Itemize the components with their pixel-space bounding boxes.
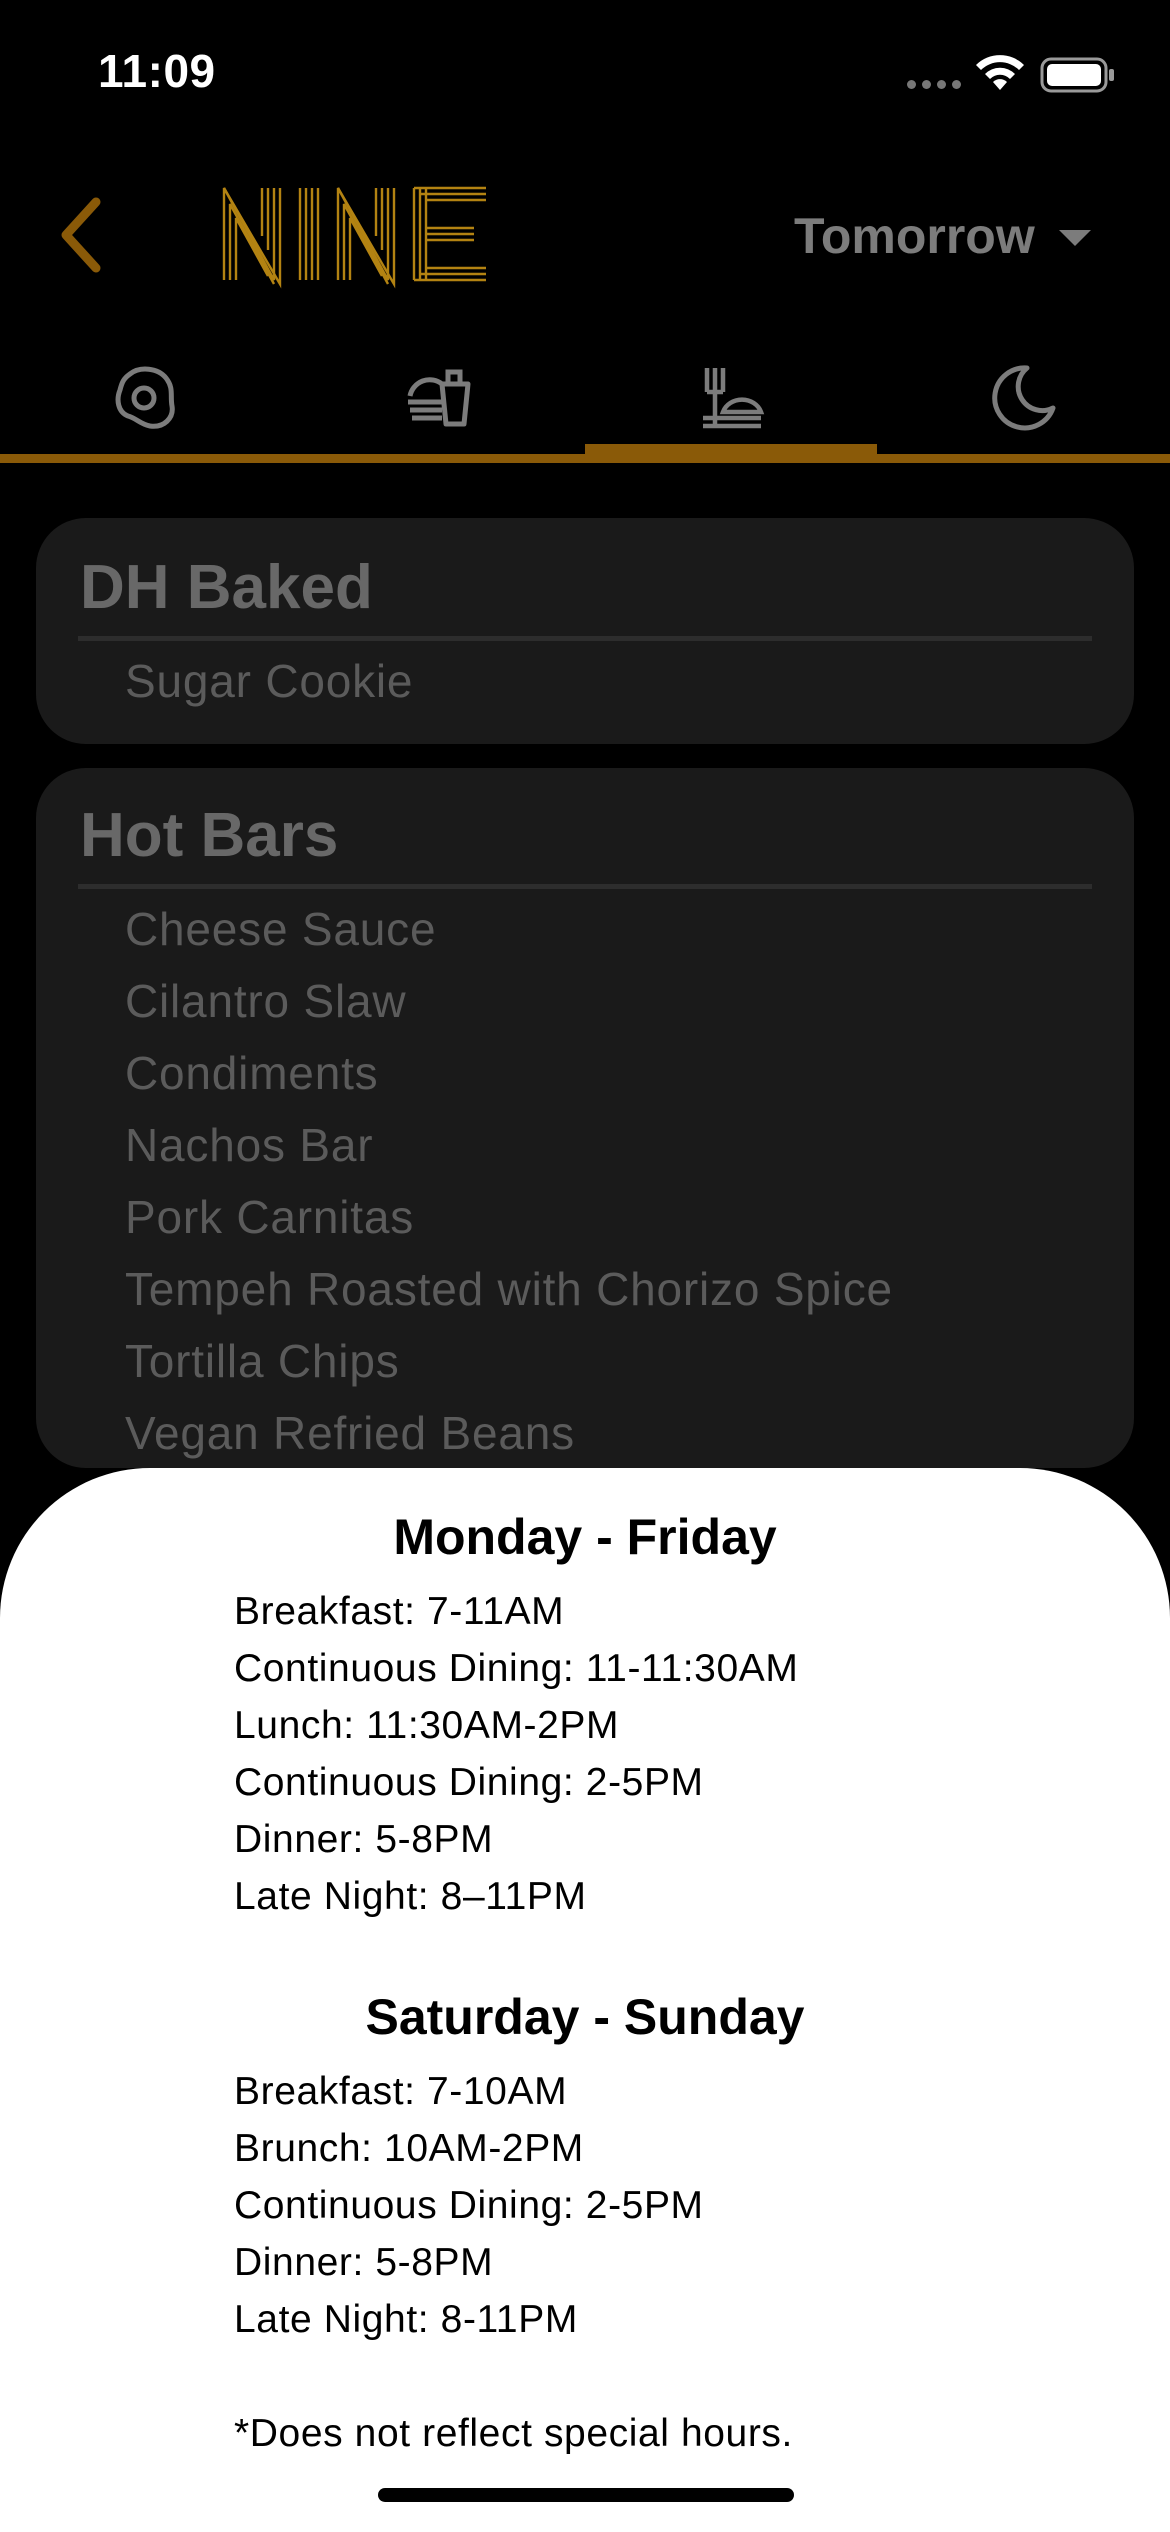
menu-item[interactable]: Sugar Cookie (125, 654, 413, 708)
menu-item[interactable]: Tempeh Roasted with Chorizo Spice (125, 1262, 893, 1316)
hours-footnote: *Does not reflect special hours. (234, 2412, 793, 2455)
weekend-hours-heading: Saturday - Sunday (365, 1989, 805, 2045)
hours-line: Late Night: 8-11PM (234, 2298, 578, 2341)
tab-active-indicator (585, 444, 877, 454)
menu-item[interactable]: Condiments (125, 1046, 378, 1100)
menu-item[interactable]: Nachos Bar (125, 1118, 373, 1172)
dining-icon (703, 367, 765, 428)
date-selector[interactable]: Tomorrow (794, 200, 1091, 272)
menu-item[interactable]: Cheese Sauce (125, 902, 436, 956)
tab-dinner[interactable] (585, 340, 877, 455)
menu-item[interactable]: Tortilla Chips (125, 1334, 400, 1388)
status-time: 11:09 (98, 45, 216, 97)
nine-logo (222, 186, 486, 289)
tab-late-night[interactable] (877, 340, 1169, 455)
tab-underline (0, 454, 1170, 463)
status-bar: 11:09 (0, 0, 1170, 150)
menu-item[interactable]: Pork Carnitas (125, 1190, 414, 1244)
meal-tabs (0, 340, 1170, 465)
home-indicator[interactable] (378, 2488, 794, 2502)
signal-dots-icon (907, 80, 961, 89)
station-title: DH Baked (80, 553, 373, 622)
menu-item[interactable]: Vegan Refried Beans (125, 1406, 575, 1460)
caret-down-icon (1058, 230, 1091, 246)
menu-item[interactable]: Cilantro Slaw (125, 974, 406, 1028)
hours-line: Lunch: 11:30AM-2PM (234, 1704, 620, 1747)
hours-line: Brunch: 10AM-2PM (234, 2127, 584, 2170)
station-card-dh-baked: DH Baked Sugar Cookie (36, 518, 1134, 744)
hours-line: Continuous Dining: 11-11:30AM (234, 1647, 799, 1690)
hours-line: Dinner: 5-8PM (234, 2241, 494, 2284)
station-divider (78, 636, 1092, 641)
nav-bar: Tomorrow (0, 160, 1170, 310)
moon-icon (992, 364, 1056, 430)
wifi-icon (976, 55, 1024, 90)
hours-line: Breakfast: 7-10AM (234, 2070, 568, 2113)
takeout-icon (407, 369, 471, 426)
date-selector-label: Tomorrow (794, 208, 1035, 264)
back-button[interactable] (52, 190, 112, 280)
tab-lunch[interactable] (292, 340, 584, 455)
battery-icon (1040, 57, 1114, 93)
station-divider (78, 884, 1092, 889)
station-title: Hot Bars (80, 801, 339, 870)
hours-line: Late Night: 8–11PM (234, 1875, 587, 1918)
hours-line: Continuous Dining: 2-5PM (234, 2184, 704, 2227)
hours-line: Dinner: 5-8PM (234, 1818, 494, 1861)
station-card-hot-bars: Hot Bars Cheese Sauce Cilantro Slaw Cond… (36, 768, 1134, 1468)
egg-icon (115, 366, 175, 429)
tab-breakfast[interactable] (0, 340, 292, 455)
hours-sheet[interactable]: Monday - Friday Breakfast: 7-11AM Contin… (0, 1468, 1170, 2532)
hours-line: Breakfast: 7-11AM (234, 1590, 565, 1633)
weekday-hours-heading: Monday - Friday (393, 1509, 777, 1565)
hours-line: Continuous Dining: 2-5PM (234, 1761, 704, 1804)
